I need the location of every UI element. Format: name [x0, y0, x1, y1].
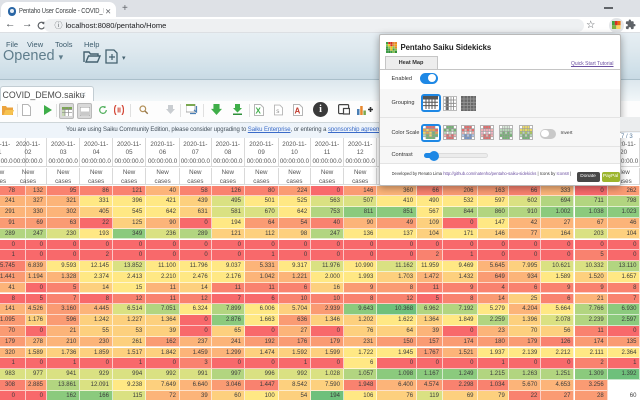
svg-text:X: X — [256, 107, 262, 116]
svg-text:s: s — [276, 108, 279, 115]
svg-text:A: A — [295, 107, 301, 116]
